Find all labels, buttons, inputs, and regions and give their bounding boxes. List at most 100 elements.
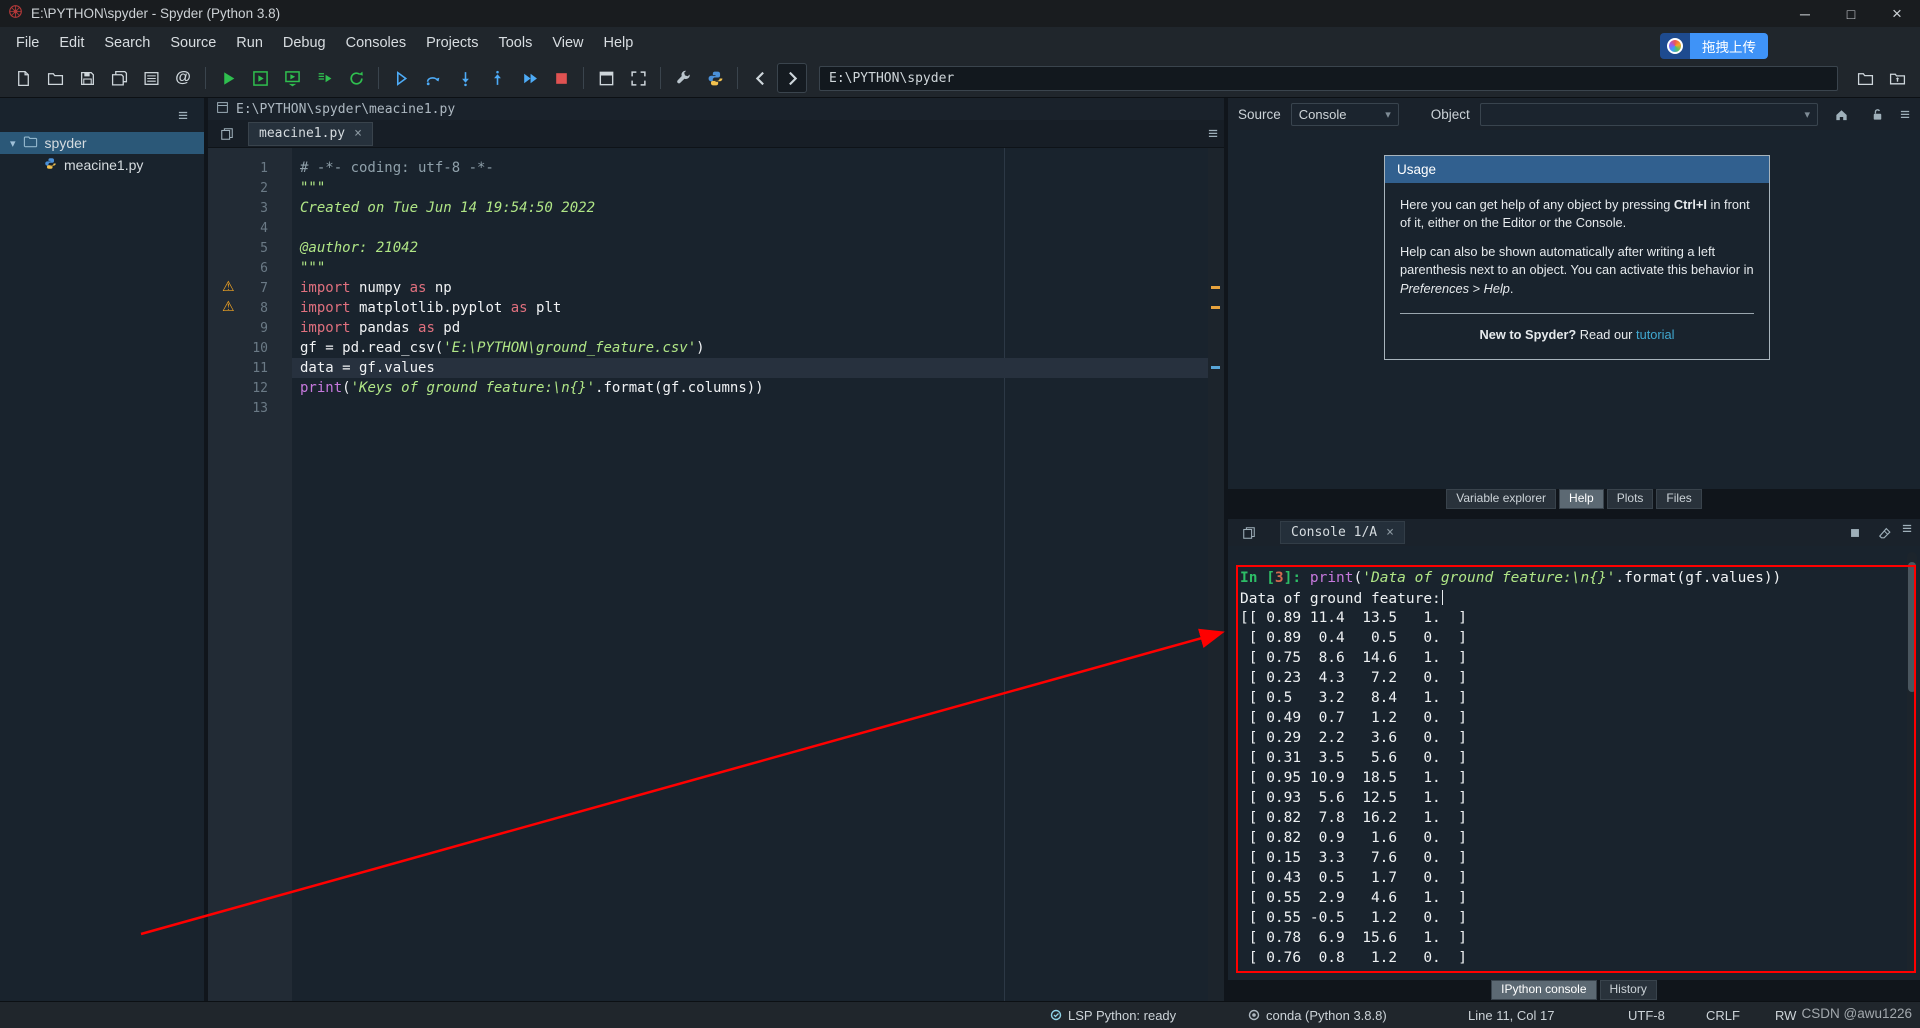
maximize-button[interactable]: □ xyxy=(1828,0,1874,27)
window-title: E:\PYTHON\spyder - Spyder (Python 3.8) xyxy=(31,6,281,21)
maximize-pane-button[interactable] xyxy=(591,63,621,93)
code-line-12[interactable]: print('Keys of ground feature:\n{}'.form… xyxy=(292,378,1208,398)
code-line-13[interactable] xyxy=(292,398,1208,418)
open-file-button[interactable] xyxy=(40,63,70,93)
tab-help[interactable]: Help xyxy=(1559,489,1604,509)
code-line-10[interactable]: gf = pd.read_csv('E:\PYTHON\ground_featu… xyxy=(292,338,1208,358)
console-output-row: [ 0.82 0.9 1.6 0. ] xyxy=(1240,830,1467,846)
code-line-2[interactable]: """ xyxy=(292,178,1208,198)
editor-tab-meacine1[interactable]: meacine1.py × xyxy=(248,121,373,146)
preferences-button[interactable] xyxy=(668,63,698,93)
code-line-1[interactable]: # -*- coding: utf-8 -*- xyxy=(292,158,1208,178)
editor-options-menu-icon[interactable]: ≡ xyxy=(1208,125,1218,142)
tab-close-icon[interactable]: × xyxy=(1386,525,1394,540)
tab-ipython-console[interactable]: IPython console xyxy=(1491,980,1597,1000)
project-file-item[interactable]: meacine1.py xyxy=(0,154,204,176)
step-return-button[interactable] xyxy=(482,63,512,93)
tab-plots[interactable]: Plots xyxy=(1606,489,1654,509)
menu-file[interactable]: File xyxy=(6,29,49,57)
project-file-label: meacine1.py xyxy=(64,157,144,173)
save-all-button[interactable] xyxy=(104,63,134,93)
continue-button[interactable] xyxy=(514,63,544,93)
close-button[interactable]: × xyxy=(1874,0,1920,27)
folder-icon xyxy=(23,134,38,152)
warning-flag[interactable] xyxy=(1211,306,1220,309)
menu-edit[interactable]: Edit xyxy=(49,29,94,57)
code-line-8[interactable]: import matplotlib.pyplot as plt xyxy=(292,298,1208,318)
interpreter-status[interactable]: conda (Python 3.8.8) xyxy=(1248,1002,1387,1028)
help-pane-header: Source Console ▾ Object ▾ ≡ xyxy=(1228,98,1920,130)
code-line-3[interactable]: Created on Tue Jun 14 19:54:50 2022 xyxy=(292,198,1208,218)
run-cell-button[interactable] xyxy=(245,63,275,93)
menu-run[interactable]: Run xyxy=(226,29,273,57)
project-root-item[interactable]: ▾ spyder xyxy=(0,132,204,154)
help-source-value: Console xyxy=(1298,106,1347,122)
console-body[interactable]: In [3]: print('Data of ground feature:\n… xyxy=(1228,546,1920,980)
tab-close-icon[interactable]: × xyxy=(354,126,362,141)
code-line-5[interactable]: @author: 21042 xyxy=(292,238,1208,258)
pythonpath-manager-button[interactable] xyxy=(700,63,730,93)
browse-directory-button[interactable] xyxy=(1850,63,1880,93)
browse-tabs-button[interactable] xyxy=(214,121,240,147)
tab-history[interactable]: History xyxy=(1599,980,1657,1000)
menu-help[interactable]: Help xyxy=(594,29,644,57)
warning-icon[interactable]: ⚠ xyxy=(222,279,235,295)
menu-search[interactable]: Search xyxy=(94,29,160,57)
menu-tools[interactable]: Tools xyxy=(488,29,542,57)
expand-caret-icon[interactable]: ▾ xyxy=(10,137,16,150)
back-button[interactable] xyxy=(745,63,775,93)
parent-directory-button[interactable] xyxy=(1882,63,1912,93)
menu-source[interactable]: Source xyxy=(160,29,226,57)
code-line-6[interactable]: """ xyxy=(292,258,1208,278)
menu-debug[interactable]: Debug xyxy=(273,29,336,57)
code-line-4[interactable] xyxy=(292,218,1208,238)
save-button[interactable] xyxy=(72,63,102,93)
console-echo-line: Data of ground feature: xyxy=(1240,590,1443,607)
home-button[interactable] xyxy=(1828,101,1854,127)
warning-icon[interactable]: ⚠ xyxy=(222,299,235,315)
console-options-menu-icon[interactable]: ≡ xyxy=(1902,520,1912,546)
stop-debug-button[interactable] xyxy=(546,63,576,93)
scrollbar-handle[interactable] xyxy=(1908,562,1916,692)
run-selection-button[interactable] xyxy=(309,63,339,93)
menu-consoles[interactable]: Consoles xyxy=(336,29,416,57)
tab-variable-explorer[interactable]: Variable explorer xyxy=(1446,489,1557,509)
options-menu-icon[interactable]: ≡ xyxy=(178,107,188,124)
debug-file-button[interactable] xyxy=(386,63,416,93)
minimize-button[interactable]: ─ xyxy=(1782,0,1828,27)
code-line-11[interactable]: data = gf.values xyxy=(292,358,1208,378)
lock-button[interactable] xyxy=(1864,101,1890,127)
tutorial-link[interactable]: tutorial xyxy=(1636,327,1674,342)
file-switcher-button[interactable] xyxy=(136,63,166,93)
step-over-button[interactable] xyxy=(418,63,448,93)
help-pane-tabs: Variable explorer Help Plots Files xyxy=(1228,489,1920,509)
usage-paragraph-1: Here you can get help of any object by p… xyxy=(1400,197,1750,231)
help-source-select[interactable]: Console ▾ xyxy=(1290,102,1399,126)
run-file-button[interactable] xyxy=(213,63,243,93)
rerun-cell-button[interactable] xyxy=(341,63,371,93)
editor-body[interactable]: 1 2 3 4 5 6 ⚠ 7 ⚠ 8 9 10 11 12 13 # -*- coding: utf-8 … xyxy=(208,148,1224,1001)
forward-button[interactable] xyxy=(777,63,807,93)
fullscreen-button[interactable] xyxy=(623,63,653,93)
code-line-9[interactable]: import pandas as pd xyxy=(292,318,1208,338)
console-tab[interactable]: Console 1/A × xyxy=(1280,521,1405,544)
help-object-select[interactable]: ▾ xyxy=(1479,102,1819,126)
code-lines[interactable]: # -*- coding: utf-8 -*- """ Created on Tue… xyxy=(292,148,1208,1001)
warning-flag[interactable] xyxy=(1211,286,1220,289)
help-options-menu-icon[interactable]: ≡ xyxy=(1900,106,1910,123)
right-panel: Source Console ▾ Object ▾ ≡ Usage Here y… xyxy=(1228,98,1920,1001)
menu-projects[interactable]: Projects xyxy=(416,29,488,57)
interrupt-kernel-button[interactable] xyxy=(1842,520,1868,546)
console-scrollbar[interactable] xyxy=(1907,552,1917,974)
new-file-button[interactable] xyxy=(8,63,38,93)
find-symbols-button[interactable]: @ xyxy=(168,63,198,93)
menu-view[interactable]: View xyxy=(542,29,593,57)
tab-files[interactable]: Files xyxy=(1656,489,1702,509)
code-line-7[interactable]: import numpy as np xyxy=(292,278,1208,298)
upload-badge[interactable]: 拖拽上传 xyxy=(1660,33,1768,59)
step-into-button[interactable] xyxy=(450,63,480,93)
working-directory-input[interactable]: E:\PYTHON\spyder xyxy=(819,65,1838,91)
clear-console-button[interactable] xyxy=(1872,520,1898,546)
editor-scroll-flags[interactable] xyxy=(1208,148,1224,1001)
run-cell-advance-button[interactable] xyxy=(277,63,307,93)
